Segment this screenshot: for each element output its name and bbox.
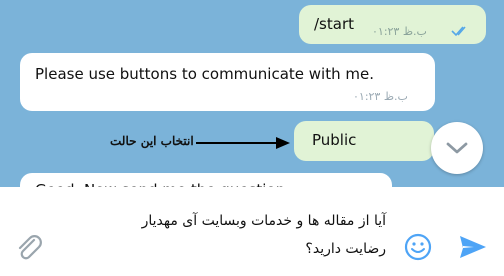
send-icon[interactable] xyxy=(458,233,488,261)
outgoing-message-public: Public xyxy=(294,121,434,161)
double-check-icon xyxy=(451,26,466,37)
outgoing-message-start: /start ب.ظ ۰۱:۲۳ xyxy=(299,5,486,44)
message-time: ب.ظ ۰۱:۲۳ xyxy=(372,25,427,38)
emoji-icon[interactable] xyxy=(403,232,433,262)
message-text: /start xyxy=(314,15,354,33)
message-time: ب.ظ ۰۱:۲۳ xyxy=(353,90,408,103)
scroll-down-button[interactable] xyxy=(431,122,483,174)
message-text: Please use buttons to communicate with m… xyxy=(35,65,374,83)
arrow-annotation xyxy=(196,137,290,149)
message-input[interactable]: آیا از مقاله ها و خدمات وبسایت آی مهدیار… xyxy=(136,207,386,263)
chevron-down-icon xyxy=(446,142,468,154)
incoming-message: Please use buttons to communicate with m… xyxy=(20,53,435,111)
message-text: Public xyxy=(312,131,357,149)
paperclip-icon[interactable] xyxy=(14,232,44,262)
annotation-label: انتخاب این حالت xyxy=(110,134,194,148)
